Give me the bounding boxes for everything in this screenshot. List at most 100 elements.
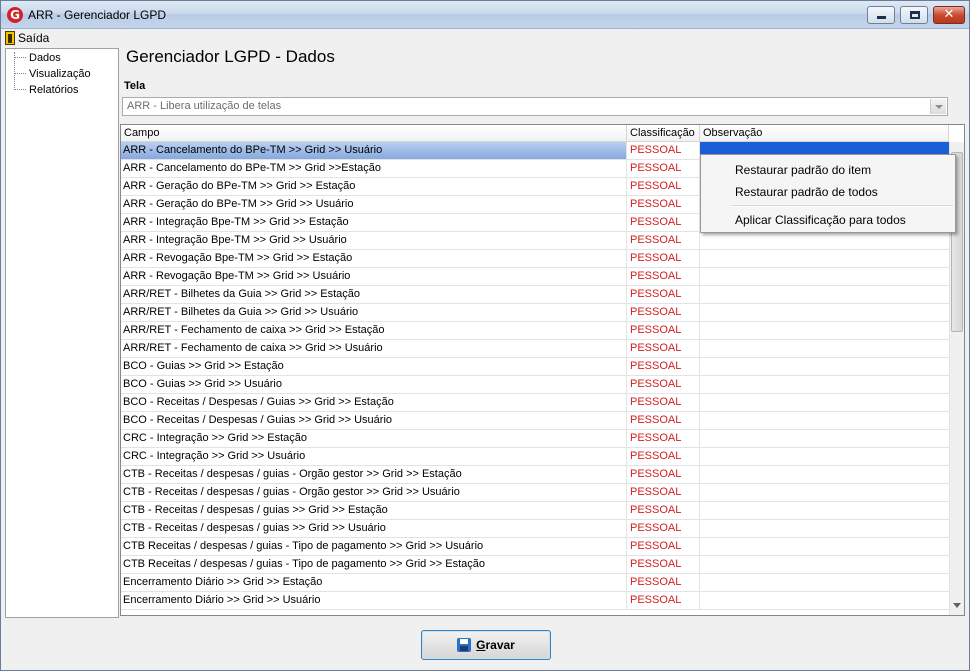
cell-observacao[interactable] <box>700 574 949 591</box>
cell-classificacao[interactable]: PESSOAL <box>627 268 700 285</box>
cell-observacao[interactable] <box>700 448 949 465</box>
cell-observacao[interactable] <box>700 232 949 249</box>
cell-campo[interactable]: BCO - Receitas / Despesas / Guias >> Gri… <box>121 412 627 429</box>
column-header-classificacao[interactable]: Classificação <box>627 125 700 142</box>
cell-campo[interactable]: ARR - Integração Bpe-TM >> Grid >> Estaç… <box>121 214 627 231</box>
save-button[interactable]: Gravar <box>421 630 551 660</box>
cell-classificacao[interactable]: PESSOAL <box>627 232 700 249</box>
table-row[interactable]: CRC - Integração >> Grid >> Usuário PESSO… <box>121 448 949 466</box>
close-button[interactable]: ✕ <box>933 6 965 24</box>
cell-campo[interactable]: CTB Receitas / despesas / guias - Tipo d… <box>121 556 627 573</box>
table-row[interactable]: CTB - Receitas / despesas / guias - Orgã… <box>121 484 949 502</box>
table-row[interactable]: ARR - Revogação Bpe-TM >> Grid >> Usuári… <box>121 268 949 286</box>
maximize-button[interactable] <box>900 6 928 24</box>
minimize-button[interactable] <box>867 6 895 24</box>
cell-campo[interactable]: ARR/RET - Bilhetes da Guia >> Grid >> Es… <box>121 286 627 303</box>
cell-observacao[interactable] <box>700 556 949 573</box>
cell-campo[interactable]: ARR - Geração do BPe-TM >> Grid >> Estaç… <box>121 178 627 195</box>
table-row[interactable]: ARR/RET - Bilhetes da Guia >> Grid >> Us… <box>121 304 949 322</box>
tela-select[interactable]: ARR - Libera utilização de telas <box>122 97 948 116</box>
cell-campo[interactable]: CTB - Receitas / despesas / guias - Orgã… <box>121 466 627 483</box>
table-row[interactable]: BCO - Guias >> Grid >> Usuário PESSOAL <box>121 376 949 394</box>
cell-campo[interactable]: CTB - Receitas / despesas / guias >> Gri… <box>121 520 627 537</box>
context-restore-item[interactable]: Restaurar padrão do item <box>735 163 871 177</box>
table-row[interactable]: ARR - Integração Bpe-TM >> Grid >> Usuár… <box>121 232 949 250</box>
cell-campo[interactable]: ARR - Geração do BPe-TM >> Grid >> Usuár… <box>121 196 627 213</box>
table-row[interactable]: Encerramento Diário >> Grid >> Usuário PE… <box>121 592 949 610</box>
cell-observacao[interactable] <box>700 412 949 429</box>
context-restore-all[interactable]: Restaurar padrão de todos <box>735 185 878 199</box>
cell-campo[interactable]: CTB Receitas / despesas / guias - Tipo d… <box>121 538 627 555</box>
tree-item-relatorios[interactable]: Relatórios <box>14 82 79 97</box>
cell-classificacao[interactable]: PESSOAL <box>627 340 700 357</box>
cell-classificacao[interactable]: PESSOAL <box>627 250 700 267</box>
cell-observacao[interactable] <box>700 286 949 303</box>
cell-classificacao[interactable]: PESSOAL <box>627 394 700 411</box>
cell-campo[interactable]: ARR - Cancelamento do BPe-TM >> Grid >>E… <box>121 160 627 177</box>
cell-classificacao[interactable]: PESSOAL <box>627 448 700 465</box>
cell-campo[interactable]: ARR - Cancelamento do BPe-TM >> Grid >> … <box>121 142 627 159</box>
cell-campo[interactable]: ARR - Revogação Bpe-TM >> Grid >> Usuári… <box>121 268 627 285</box>
cell-observacao[interactable] <box>700 394 949 411</box>
cell-observacao[interactable] <box>700 322 949 339</box>
cell-observacao[interactable] <box>700 340 949 357</box>
chevron-down-icon[interactable] <box>930 99 946 114</box>
table-row[interactable]: CTB - Receitas / despesas / guias - Orgã… <box>121 466 949 484</box>
cell-campo[interactable]: CTB - Receitas / despesas / guias - Orgã… <box>121 484 627 501</box>
cell-classificacao[interactable]: PESSOAL <box>627 196 700 213</box>
cell-campo[interactable]: ARR/RET - Bilhetes da Guia >> Grid >> Us… <box>121 304 627 321</box>
cell-classificacao[interactable]: PESSOAL <box>627 430 700 447</box>
tree-item-visualizacao[interactable]: Visualização <box>14 66 91 81</box>
table-row[interactable]: ARR/RET - Fechamento de caixa >> Grid >>… <box>121 340 949 358</box>
cell-observacao[interactable] <box>700 304 949 321</box>
cell-observacao[interactable] <box>700 484 949 501</box>
table-row[interactable]: ARR/RET - Fechamento de caixa >> Grid >>… <box>121 322 949 340</box>
tree-item-dados[interactable]: Dados <box>14 50 61 65</box>
cell-campo[interactable]: CRC - Integração >> Grid >> Usuário <box>121 448 627 465</box>
cell-observacao[interactable] <box>700 268 949 285</box>
table-row[interactable]: CTB - Receitas / despesas / guias >> Gri… <box>121 520 949 538</box>
cell-campo[interactable]: ARR - Revogação Bpe-TM >> Grid >> Estaçã… <box>121 250 627 267</box>
cell-classificacao[interactable]: PESSOAL <box>627 484 700 501</box>
cell-observacao[interactable] <box>700 520 949 537</box>
cell-classificacao[interactable]: PESSOAL <box>627 538 700 555</box>
cell-classificacao[interactable]: PESSOAL <box>627 178 700 195</box>
cell-campo[interactable]: BCO - Guias >> Grid >> Usuário <box>121 376 627 393</box>
cell-classificacao[interactable]: PESSOAL <box>627 412 700 429</box>
table-row[interactable]: BCO - Receitas / Despesas / Guias >> Gri… <box>121 412 949 430</box>
cell-campo[interactable]: BCO - Guias >> Grid >> Estação <box>121 358 627 375</box>
cell-classificacao[interactable]: PESSOAL <box>627 304 700 321</box>
cell-observacao[interactable] <box>700 376 949 393</box>
cell-classificacao[interactable]: PESSOAL <box>627 556 700 573</box>
cell-classificacao[interactable]: PESSOAL <box>627 160 700 177</box>
cell-observacao[interactable] <box>700 502 949 519</box>
cell-observacao[interactable] <box>700 358 949 375</box>
cell-observacao[interactable] <box>700 430 949 447</box>
cell-classificacao[interactable]: PESSOAL <box>627 322 700 339</box>
cell-observacao[interactable] <box>700 592 949 609</box>
cell-classificacao[interactable]: PESSOAL <box>627 502 700 519</box>
table-row[interactable]: Encerramento Diário >> Grid >> Estação PE… <box>121 574 949 592</box>
table-row[interactable]: CRC - Integração >> Grid >> Estação PESSO… <box>121 430 949 448</box>
cell-campo[interactable]: CTB - Receitas / despesas / guias >> Gri… <box>121 502 627 519</box>
cell-campo[interactable]: Encerramento Diário >> Grid >> Usuário <box>121 592 627 609</box>
menu-item-saida[interactable]: Saída <box>5 29 49 47</box>
cell-classificacao[interactable]: PESSOAL <box>627 574 700 591</box>
table-row[interactable]: ARR/RET - Bilhetes da Guia >> Grid >> Es… <box>121 286 949 304</box>
cell-observacao[interactable] <box>700 250 949 267</box>
cell-classificacao[interactable]: PESSOAL <box>627 592 700 609</box>
cell-classificacao[interactable]: PESSOAL <box>627 376 700 393</box>
title-bar[interactable]: G ARR - Gerenciador LGPD ✕ <box>1 1 969 29</box>
cell-observacao[interactable] <box>700 538 949 555</box>
cell-classificacao[interactable]: PESSOAL <box>627 214 700 231</box>
cell-campo[interactable]: CRC - Integração >> Grid >> Estação <box>121 430 627 447</box>
cell-classificacao[interactable]: PESSOAL <box>627 286 700 303</box>
column-header-campo[interactable]: Campo <box>121 125 627 142</box>
table-row[interactable]: BCO - Receitas / Despesas / Guias >> Gri… <box>121 394 949 412</box>
context-apply-classification-all[interactable]: Aplicar Classificação para todos <box>735 213 906 227</box>
cell-classificacao[interactable]: PESSOAL <box>627 520 700 537</box>
cell-classificacao[interactable]: PESSOAL <box>627 142 700 159</box>
table-row[interactable]: CTB Receitas / despesas / guias - Tipo d… <box>121 538 949 556</box>
table-row[interactable]: BCO - Guias >> Grid >> Estação PESSOAL <box>121 358 949 376</box>
cell-campo[interactable]: ARR - Integração Bpe-TM >> Grid >> Usuár… <box>121 232 627 249</box>
